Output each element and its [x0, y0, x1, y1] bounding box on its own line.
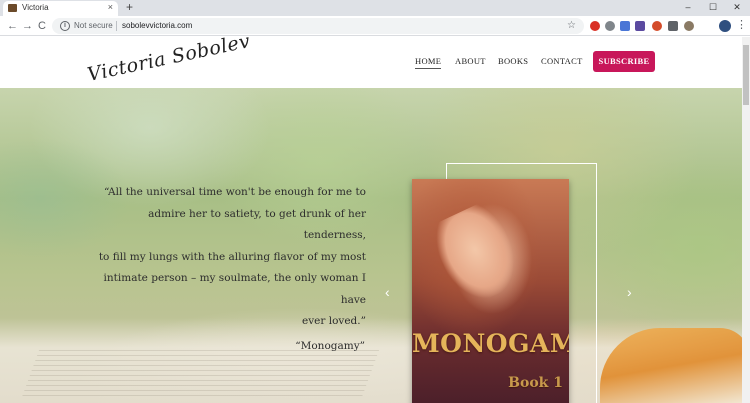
extension-icon[interactable] [620, 21, 630, 31]
tab-strip: Victoria × + – ☐ ✕ [0, 0, 750, 16]
nav-home[interactable]: HOME [415, 56, 442, 69]
site-header: Victoria Sobolev HOME ABOUT BOOKS CONTAC… [0, 37, 742, 88]
quote-line: intimate person – my soulmate, the only … [103, 272, 366, 306]
maximize-icon[interactable]: ☐ [703, 0, 723, 14]
nav-about[interactable]: ABOUT [455, 56, 486, 66]
minimize-icon[interactable]: – [678, 0, 698, 14]
tab-close-icon[interactable]: × [108, 1, 113, 14]
forward-icon[interactable]: → [22, 19, 33, 33]
browser-menu-icon[interactable]: ⋮ [736, 18, 747, 32]
slider-next-icon[interactable]: › [627, 284, 632, 300]
bookmark-star-icon[interactable]: ☆ [567, 19, 576, 33]
info-icon[interactable]: i [60, 21, 70, 31]
quote-line: “All the universal time won't be enough … [104, 186, 366, 198]
quote-line: admire her to satiety, to get drunk of h… [148, 207, 366, 242]
web-page: Victoria Sobolev HOME ABOUT BOOKS CONTAC… [0, 37, 742, 403]
close-window-icon[interactable]: ✕ [727, 0, 747, 14]
browser-tab[interactable]: Victoria × [3, 1, 118, 16]
back-icon[interactable]: ← [7, 19, 18, 33]
page-scrollbar[interactable] [742, 37, 750, 403]
site-logo[interactable]: Victoria Sobolev [86, 37, 253, 86]
subscribe-button[interactable]: SUBSCRIBE [593, 51, 655, 72]
extension-icon[interactable] [635, 21, 645, 31]
url-text[interactable]: sobolevvictoria.com [122, 20, 192, 32]
extension-icon[interactable] [700, 21, 710, 31]
hero-slider: “All the universal time won't be enough … [0, 88, 742, 403]
quote-source: “Monogamy” [295, 340, 365, 352]
hero-quote: “All the universal time won't be enough … [96, 182, 366, 333]
favicon-icon [8, 4, 17, 12]
extension-icon[interactable] [684, 21, 694, 31]
tab-title: Victoria [22, 3, 49, 12]
slider-prev-icon[interactable]: ‹ [385, 284, 390, 300]
cover-portrait [426, 198, 528, 310]
quote-line: to fill my lungs with the alluring flavo… [98, 250, 366, 263]
profile-avatar[interactable] [719, 20, 731, 32]
scrollbar-thumb[interactable] [743, 45, 749, 105]
new-tab-button[interactable]: + [126, 0, 133, 15]
nav-books[interactable]: BOOKS [498, 56, 528, 66]
quote-line: ever loved.” [302, 315, 366, 327]
reload-icon[interactable]: C [38, 19, 46, 33]
background-book-text [20, 350, 380, 400]
browser-toolbar: ← → C i Not secure sobolevvictoria.com ☆… [0, 16, 750, 36]
security-label: Not secure [74, 21, 113, 30]
extension-icon[interactable] [652, 21, 662, 31]
book-cover-subtitle: Book 1 [508, 375, 563, 391]
extension-icon[interactable] [668, 21, 678, 31]
book-cover-title: MONOGAMY [412, 329, 569, 358]
url-separator [116, 21, 117, 31]
nav-contact[interactable]: CONTACT [541, 56, 583, 66]
address-bar[interactable]: i Not secure sobolevvictoria.com ☆ [52, 18, 584, 34]
extension-icon[interactable] [605, 21, 615, 31]
book-cover[interactable]: MONOGAMY Book 1 [412, 179, 569, 403]
extension-icon[interactable] [590, 21, 600, 31]
